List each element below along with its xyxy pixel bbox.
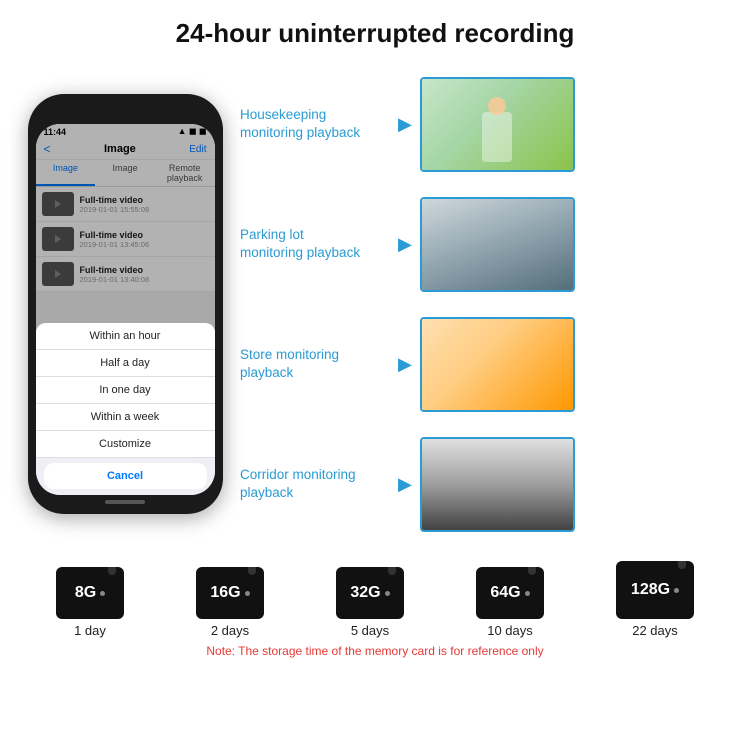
dropdown-cancel-button[interactable]: Cancel bbox=[44, 463, 207, 489]
sd-days-128g: 22 days bbox=[632, 623, 678, 638]
monitor-label-corridor: Corridor monitoringplayback bbox=[240, 466, 390, 501]
sd-card-64g: 64G bbox=[476, 567, 544, 619]
monitor-row-store: Store monitoringplayback ▶ bbox=[240, 317, 730, 412]
sd-dot bbox=[100, 591, 105, 596]
phone-screen: 11:44 ▲ ◼ ◼ < Image Edit Image Image Rem… bbox=[36, 124, 215, 495]
sd-card-item-16g: 16G 2 days bbox=[196, 567, 264, 638]
monitor-label-parking: Parking lotmonitoring playback bbox=[240, 226, 390, 261]
monitor-photo-parking bbox=[420, 197, 575, 292]
dropdown-sheet: Within an hour Half a day In one day Wit… bbox=[36, 323, 215, 495]
sd-size-label: 128G bbox=[631, 581, 670, 599]
sd-days-64g: 10 days bbox=[487, 623, 533, 638]
sd-card-item-64g: 64G 10 days bbox=[476, 567, 544, 638]
sd-card-128g: 128G bbox=[616, 561, 694, 619]
sd-notch bbox=[388, 567, 396, 575]
sd-card-item-128g: 128G 22 days bbox=[616, 561, 694, 638]
photo-image-parking bbox=[422, 199, 573, 290]
home-indicator bbox=[105, 500, 145, 504]
dropdown-item-halfday[interactable]: Half a day bbox=[36, 350, 215, 377]
sd-days-32g: 5 days bbox=[351, 623, 389, 638]
sd-card-item-32g: 32G 5 days bbox=[336, 567, 404, 638]
monitor-row-parking: Parking lotmonitoring playback ▶ bbox=[240, 197, 730, 292]
dropdown-item-oneday[interactable]: In one day bbox=[36, 377, 215, 404]
monitor-photo-store bbox=[420, 317, 575, 412]
storage-note: Note: The storage time of the memory car… bbox=[20, 644, 730, 658]
arrow-right-icon: ▶ bbox=[398, 354, 412, 375]
sd-notch bbox=[108, 567, 116, 575]
sd-card-16g: 16G bbox=[196, 567, 264, 619]
sd-notch bbox=[678, 561, 686, 569]
sd-dot bbox=[245, 591, 250, 596]
sd-days-8g: 1 day bbox=[74, 623, 106, 638]
page-title: 24-hour uninterrupted recording bbox=[10, 18, 740, 49]
sd-card-item-8g: 8G 1 day bbox=[56, 567, 124, 638]
monitor-photo-housekeeping bbox=[420, 77, 575, 172]
photo-image-housekeeping bbox=[422, 79, 573, 170]
sd-card-32g: 32G bbox=[336, 567, 404, 619]
monitor-row-corridor: Corridor monitoringplayback ▶ bbox=[240, 437, 730, 532]
page-header: 24-hour uninterrupted recording bbox=[0, 0, 750, 59]
arrow-right-icon: ▶ bbox=[398, 234, 412, 255]
photo-image-store bbox=[422, 319, 573, 410]
phone-body: 11:44 ▲ ◼ ◼ < Image Edit Image Image Rem… bbox=[28, 94, 223, 514]
bottom-section: 8G 1 day 16G 2 days 32G 5 days 6 bbox=[0, 549, 750, 663]
sd-dot bbox=[385, 591, 390, 596]
phone-notch bbox=[90, 104, 160, 122]
sd-dot bbox=[525, 591, 530, 596]
sd-dot bbox=[674, 588, 679, 593]
sd-size-label: 64G bbox=[490, 584, 520, 602]
sd-size-label: 16G bbox=[210, 584, 240, 602]
phone-mockup: 11:44 ▲ ◼ ◼ < Image Edit Image Image Rem… bbox=[20, 59, 230, 549]
main-content: 11:44 ▲ ◼ ◼ < Image Edit Image Image Rem… bbox=[0, 59, 750, 549]
sd-notch bbox=[248, 567, 256, 575]
sd-days-16g: 2 days bbox=[211, 623, 249, 638]
dropdown-item-week[interactable]: Within a week bbox=[36, 404, 215, 431]
sd-size-label: 32G bbox=[350, 584, 380, 602]
photo-image-corridor bbox=[422, 439, 573, 530]
dropdown-item-customize[interactable]: Customize bbox=[36, 431, 215, 458]
sd-notch bbox=[528, 567, 536, 575]
monitor-label-store: Store monitoringplayback bbox=[240, 346, 390, 381]
dropdown-item-hour[interactable]: Within an hour bbox=[36, 323, 215, 350]
arrow-right-icon: ▶ bbox=[398, 114, 412, 135]
arrow-right-icon: ▶ bbox=[398, 474, 412, 495]
sd-size-label: 8G bbox=[75, 584, 96, 602]
monitor-label-housekeeping: Housekeepingmonitoring playback bbox=[240, 106, 390, 141]
monitor-photo-corridor bbox=[420, 437, 575, 532]
monitoring-section: Housekeepingmonitoring playback ▶ Parkin… bbox=[240, 59, 730, 549]
monitor-row-housekeeping: Housekeepingmonitoring playback ▶ bbox=[240, 77, 730, 172]
sd-cards-row: 8G 1 day 16G 2 days 32G 5 days 6 bbox=[20, 561, 730, 638]
sd-card-8g: 8G bbox=[56, 567, 124, 619]
